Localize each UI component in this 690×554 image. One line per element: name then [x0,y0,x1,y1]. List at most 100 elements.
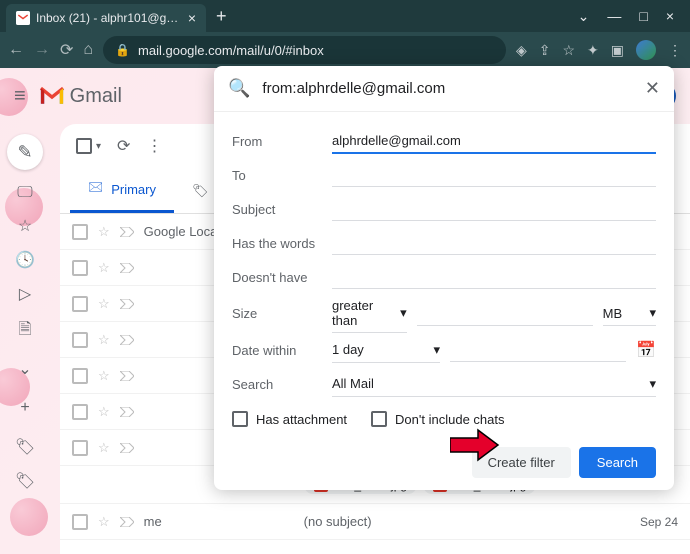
inbox-icon[interactable]: 🖵 [17,184,32,202]
drafts-icon[interactable]: 🗎 [19,318,32,345]
row-checkbox[interactable] [72,404,88,420]
compose-button[interactable]: ✎ [7,134,43,170]
gmail-brand-text: Gmail [70,85,122,108]
importance-icon[interactable] [120,371,134,381]
main-menu-icon[interactable]: ≡ [14,85,26,108]
star-icon[interactable]: ☆ [98,368,110,384]
from-label: From [232,134,322,149]
back-button[interactable]: ← [8,41,24,59]
profile-icon[interactable] [636,40,656,60]
to-input[interactable] [332,163,656,187]
dont-include-chats-label: Don't include chats [395,412,504,427]
subject-label: Subject [232,202,322,217]
window-dropdown-icon[interactable]: ⌄ [578,8,590,25]
sender: me [144,514,294,529]
star-icon[interactable]: ☆ [98,440,110,456]
row-checkbox[interactable] [72,296,88,312]
importance-icon[interactable] [120,299,134,309]
importance-icon[interactable] [120,443,134,453]
has-attachment-label: Has attachment [256,412,347,427]
tab-title: Inbox (21) - alphr101@gmail.co [36,11,182,25]
importance-icon[interactable] [120,517,134,527]
has-words-input[interactable] [332,231,656,255]
chevron-down-icon: ▾ [400,305,407,321]
size-unit-value: MB [603,306,623,321]
label-icon[interactable]: 🏷 [15,471,35,491]
has-words-label: Has the words [232,236,322,251]
tab-primary[interactable]: 🖂 Primary [70,168,174,213]
chevron-down-icon: ▾ [649,305,656,321]
has-attachment-checkbox[interactable]: Has attachment [232,411,347,427]
starred-icon[interactable]: ☆ [18,216,32,236]
star-icon[interactable]: ☆ [98,404,110,420]
row-checkbox[interactable] [72,514,88,530]
advanced-search-panel: 🔍 from:alphrdelle@gmail.com ✕ From To Su… [214,66,674,490]
new-tab-button[interactable]: + [216,6,227,27]
address-bar[interactable]: 🔒 mail.google.com/mail/u/0/#inbox [103,36,506,64]
extension-icon[interactable]: ◈ [516,42,527,59]
row-checkbox[interactable] [72,332,88,348]
minimize-icon[interactable]: — [607,8,621,25]
gmail-logo[interactable]: Gmail [38,85,122,108]
subject-input[interactable] [332,197,656,221]
bookmark-icon[interactable]: ☆ [562,42,575,59]
row-checkbox[interactable] [72,224,88,240]
browser-tab[interactable]: Inbox (21) - alphr101@gmail.co × [6,4,206,32]
close-window-icon[interactable]: × [666,8,674,25]
select-all-checkbox[interactable] [76,138,92,154]
more-icon[interactable]: ⌄ [18,359,31,379]
forward-button[interactable]: → [34,41,50,59]
share-icon[interactable]: ⇪ [539,42,551,59]
row-checkbox[interactable] [72,260,88,276]
importance-icon[interactable] [120,335,134,345]
star-icon[interactable]: ☆ [98,332,110,348]
search-query-text[interactable]: from:alphrdelle@gmail.com [262,80,632,97]
refresh-icon[interactable]: ⟳ [117,136,130,156]
reload-button[interactable]: ⟳ [60,40,73,60]
chevron-down-icon: ▾ [434,342,441,358]
extensions-icon[interactable]: ✦ [587,42,599,59]
date-input[interactable] [450,338,626,362]
size-unit-select[interactable]: MB ▾ [603,301,656,326]
search-scope-value: All Mail [332,376,374,391]
row-checkbox[interactable] [72,440,88,456]
tab-close-icon[interactable]: × [188,10,196,26]
label-icon[interactable]: 🏷 [15,437,35,457]
dont-include-chats-checkbox[interactable]: Don't include chats [371,411,504,427]
more-actions-icon[interactable]: ⋮ [146,136,162,156]
new-label-icon[interactable]: + [20,399,29,417]
search-button[interactable]: Search [579,447,656,478]
select-dropdown-icon[interactable]: ▾ [96,141,101,152]
snoozed-icon[interactable]: 🕓 [15,250,35,270]
star-icon[interactable]: ☆ [98,260,110,276]
to-label: To [232,168,322,183]
date-within-label: Date within [232,343,322,358]
importance-icon[interactable] [120,263,134,273]
star-icon[interactable]: ☆ [98,224,110,240]
size-label: Size [232,306,322,321]
search-scope-select[interactable]: All Mail ▾ [332,372,656,397]
star-icon[interactable]: ☆ [98,296,110,312]
maximize-icon[interactable]: □ [639,8,647,25]
tab-label: Primary [111,182,156,197]
sent-icon[interactable]: ▷ [19,284,31,304]
importance-icon[interactable] [120,227,134,237]
url-text: mail.google.com/mail/u/0/#inbox [138,43,324,58]
star-icon[interactable]: ☆ [98,514,110,530]
tag-icon: 🏷 [192,183,209,199]
row-checkbox[interactable] [72,368,88,384]
calendar-icon[interactable]: 📅 [636,340,656,360]
chevron-down-icon: ▾ [649,376,656,392]
importance-icon[interactable] [120,407,134,417]
date-range-select[interactable]: 1 day ▾ [332,338,440,363]
pause-icon[interactable]: ▣ [611,42,624,59]
doesnt-have-input[interactable] [332,265,656,289]
mail-row[interactable]: ☆ me (no subject) Sep 24 [60,504,690,540]
clear-search-icon[interactable]: ✕ [645,78,660,99]
from-input[interactable] [332,129,656,154]
home-button[interactable]: ⌂ [83,41,93,59]
size-operator-select[interactable]: greater than ▾ [332,294,407,333]
menu-icon[interactable]: ⋮ [668,42,682,59]
search-scope-label: Search [232,377,322,392]
size-value-input[interactable] [417,302,593,326]
